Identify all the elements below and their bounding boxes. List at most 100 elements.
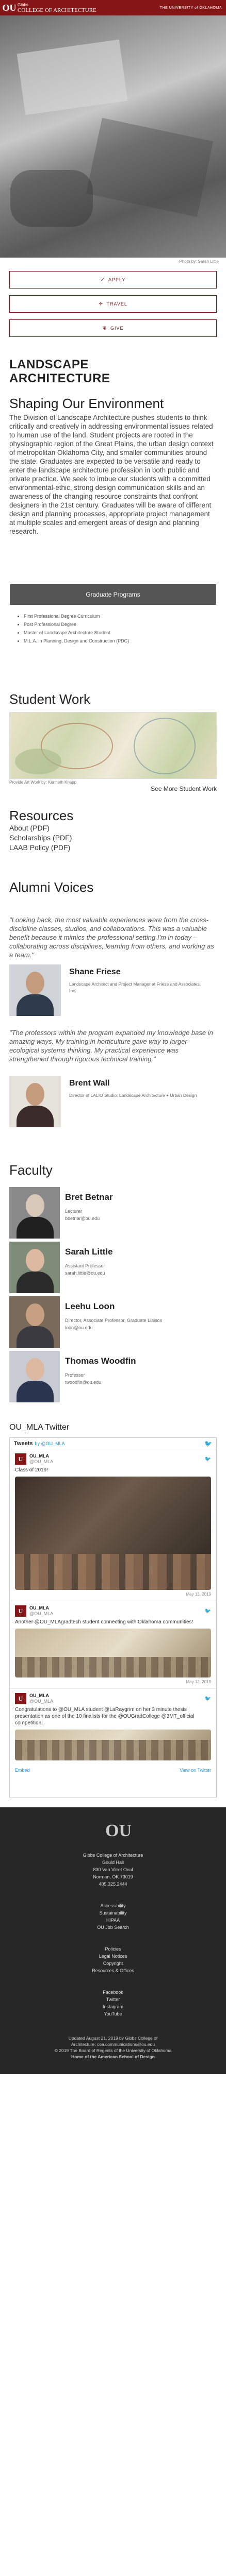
- faculty-heading: Faculty: [9, 1162, 53, 1178]
- footer-links-secondary: Policies Legal Notices Copyright Resourc…: [9, 1945, 217, 1974]
- tweet-handle[interactable]: @OU_MLA: [29, 1459, 53, 1465]
- program-link[interactable]: Post Professional Degree: [24, 620, 226, 629]
- site-footer: OU Gibbs College of Architecture Gould H…: [0, 1807, 226, 2074]
- footer-link[interactable]: Accessibility: [9, 1902, 217, 1909]
- footer-link[interactable]: OU Job Search: [9, 1924, 217, 1931]
- ou-avatar-icon[interactable]: U: [15, 1453, 26, 1465]
- footer-social-links: Facebook Twitter Instagram YouTube: [9, 1989, 217, 2018]
- scholarships-pdf-link[interactable]: Scholarships (PDF): [9, 833, 217, 843]
- alumni-card: Shane Friese Landscape Architect and Pro…: [9, 964, 217, 1016]
- footer-ou-logo-icon[interactable]: OU: [105, 1821, 132, 1841]
- footer-link[interactable]: Policies: [9, 1945, 217, 1953]
- footer-updated-info: Updated August 21, 2019 by Gibbs College…: [54, 2036, 172, 2059]
- avatar: [9, 1187, 60, 1239]
- twitter-widget[interactable]: Tweets by @OU_MLA 🐦 U OU_MLA @OU_MLA 🐦 C…: [9, 1437, 217, 1798]
- avatar: [9, 1296, 60, 1348]
- faculty-name: Thomas Woodfin: [65, 1356, 136, 1366]
- give-icon: ❦: [102, 325, 107, 331]
- instagram-link[interactable]: Instagram: [9, 2003, 217, 2010]
- faculty-card[interactable]: Bret Betnar Lecturer bbetnar@ou.edu: [9, 1187, 217, 1239]
- hero-caption: Photo by: Sarah Little: [179, 259, 219, 264]
- travel-button[interactable]: ✈ TRAVEL: [9, 295, 217, 313]
- avatar: [9, 1242, 60, 1293]
- footer-link[interactable]: HIPAA: [9, 1917, 217, 1924]
- ou-avatar-icon[interactable]: U: [15, 1693, 26, 1704]
- embed-link[interactable]: Embed: [15, 1768, 30, 1775]
- see-more-student-work-link[interactable]: See More Student Work: [151, 785, 217, 792]
- tweet[interactable]: U OU_MLA @OU_MLA 🐦 Congratulations to @O…: [10, 1689, 216, 1765]
- student-work-image[interactable]: [9, 712, 217, 779]
- faculty-card[interactable]: Sarah Little Assistant Professor sarah.li…: [9, 1242, 217, 1293]
- tweet-text: Another @OU_MLAgradtech student connecti…: [15, 1619, 193, 1625]
- tweet-photo[interactable]: [15, 1730, 211, 1760]
- tweet[interactable]: U OU_MLA @OU_MLA 🐦 Class of 2019! May 13…: [10, 1449, 216, 1601]
- college-big-name: COLLEGE OF ARCHITECTURE: [18, 7, 96, 13]
- twitter-bird-icon: 🐦: [204, 1608, 211, 1614]
- university-link[interactable]: THE UNIVERSITY of OKLAHOMA: [160, 6, 222, 10]
- twitter-bird-icon: 🐦: [204, 1456, 211, 1462]
- top-header-bar: OU Gibbs COLLEGE OF ARCHITECTURE THE UNI…: [0, 0, 226, 15]
- footer-link[interactable]: Resources & Offices: [9, 1967, 217, 1974]
- about-pdf-link[interactable]: About (PDF): [9, 823, 217, 833]
- alumni-role: Director of LALIO Studio: Landscape Arch…: [69, 1093, 197, 1098]
- alumni-quote: "Looking back, the most valuable experie…: [9, 916, 214, 959]
- program-link[interactable]: First Professional Degree Curriculum: [24, 612, 226, 620]
- faculty-name: Bret Betnar: [65, 1192, 113, 1202]
- resources-heading: Resources: [9, 808, 74, 823]
- faculty-role: Director, Associate Professor, Graduate …: [65, 1318, 163, 1330]
- view-on-twitter-link[interactable]: View on Twitter: [180, 1768, 211, 1775]
- footer-link[interactable]: Legal Notices: [9, 1953, 217, 1960]
- alumni-role: Landscape Architect and Project Manager …: [69, 981, 201, 993]
- program-link[interactable]: M.L.A. in Planning, Design and Construct…: [24, 637, 226, 645]
- faculty-card[interactable]: Thomas Woodfin Professor twoodfin@ou.edu: [9, 1351, 217, 1402]
- tweet-author[interactable]: OU_MLA: [29, 1693, 53, 1699]
- faculty-name: Sarah Little: [65, 1247, 113, 1257]
- tweet-photo[interactable]: [15, 1477, 211, 1590]
- facebook-link[interactable]: Facebook: [9, 1989, 217, 1996]
- check-icon: ✓: [100, 277, 106, 283]
- faculty-card[interactable]: Leehu Loon Director, Associate Professor…: [9, 1296, 217, 1348]
- alumni-name: Brent Wall: [69, 1079, 110, 1088]
- tweet-photo[interactable]: [15, 1629, 211, 1677]
- graduate-programs-button[interactable]: Graduate Programs: [10, 584, 216, 605]
- twitter-bird-icon: 🐦: [204, 1696, 211, 1702]
- tweet-date[interactable]: May 13, 2019: [15, 1592, 211, 1597]
- footer-link[interactable]: Copyright: [9, 1960, 217, 1967]
- twitter-link[interactable]: Twitter: [9, 1996, 217, 2003]
- tweet-handle[interactable]: @OU_MLA: [29, 1699, 53, 1704]
- youtube-link[interactable]: YouTube: [9, 2010, 217, 2018]
- laab-policy-pdf-link[interactable]: LAAB Policy (PDF): [9, 843, 217, 853]
- tweet-date[interactable]: May 12, 2019: [15, 1680, 211, 1684]
- tweet-author[interactable]: OU_MLA: [29, 1605, 53, 1611]
- college-title[interactable]: Gibbs COLLEGE OF ARCHITECTURE: [18, 3, 96, 13]
- environment-body: The Division of Landscape Architecture p…: [9, 414, 214, 535]
- give-label: GIVE: [110, 326, 124, 331]
- faculty-role: Assistant Professor sarah.little@ou.edu: [65, 1263, 105, 1276]
- apply-label: APPLY: [108, 277, 126, 282]
- apply-button[interactable]: ✓ APPLY: [9, 271, 217, 289]
- faculty-name: Leehu Loon: [65, 1301, 115, 1311]
- twitter-bird-icon[interactable]: 🐦: [204, 1440, 212, 1447]
- student-work-heading: Student Work: [9, 691, 91, 707]
- environment-heading: Shaping Our Environment: [9, 396, 164, 411]
- tweet[interactable]: U OU_MLA @OU_MLA 🐦 Another @OU_MLAgradte…: [10, 1601, 216, 1689]
- program-link[interactable]: Master of Landscape Architecture Student: [24, 629, 226, 637]
- ou-avatar-icon[interactable]: U: [15, 1605, 26, 1617]
- department-title: LANDSCAPE ARCHITECTURE: [9, 358, 110, 385]
- alumni-card: Brent Wall Director of LALIO Studio: Lan…: [9, 1076, 217, 1127]
- footer-link[interactable]: Sustainability: [9, 1909, 217, 1917]
- tweet-handle[interactable]: @OU_MLA: [29, 1611, 53, 1617]
- give-button[interactable]: ❦ GIVE: [9, 319, 217, 337]
- footer-address: Gibbs College of Architecture Gould Hall…: [83, 1853, 143, 1887]
- plane-icon: ✈: [99, 301, 104, 307]
- avatar: [9, 1351, 60, 1402]
- program-links-list: First Professional Degree Curriculum Pos…: [0, 605, 226, 645]
- tweets-by-link[interactable]: by @OU_MLA: [35, 1441, 64, 1446]
- action-buttons: ✓ APPLY ✈ TRAVEL ❦ GIVE: [0, 267, 226, 337]
- tweet-author[interactable]: OU_MLA: [29, 1453, 53, 1459]
- ou-logo-icon[interactable]: OU: [3, 2, 17, 13]
- tweet-text: Class of 2019!: [15, 1467, 48, 1473]
- faculty-role: Professor twoodfin@ou.edu: [65, 1372, 102, 1385]
- faculty-role: Lecturer bbetnar@ou.edu: [65, 1209, 100, 1221]
- tweets-title: Tweets: [14, 1440, 33, 1447]
